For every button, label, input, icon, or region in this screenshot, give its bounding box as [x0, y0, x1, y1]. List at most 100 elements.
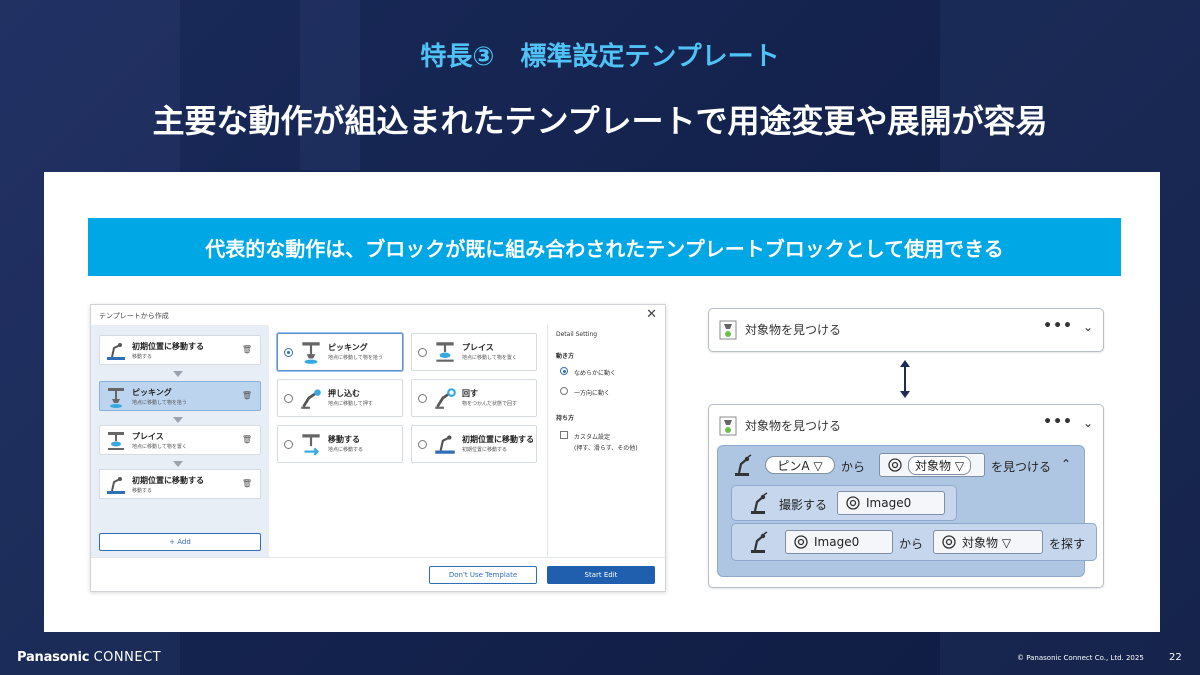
sequence-item[interactable]: 初期位置に移動する 移動する 🗑 [99, 335, 261, 365]
image-name: Image0 [866, 496, 912, 510]
search-label: を探す [1049, 537, 1086, 551]
robot-arm-icon [107, 343, 125, 360]
move-icon [302, 434, 320, 456]
dont-use-template-button[interactable]: Don't Use Template [429, 566, 537, 584]
dialog-footer: Don't Use Template Start Edit [91, 557, 667, 593]
place-icon [436, 342, 454, 362]
radio-button[interactable] [284, 440, 293, 449]
target-slot[interactable]: 対象物 ▽ [933, 530, 1043, 554]
robot-arm-icon [435, 435, 455, 454]
place-icon [108, 432, 124, 450]
trash-icon[interactable]: 🗑 [242, 479, 252, 488]
pin-select[interactable]: ピンA ▽ [765, 456, 835, 474]
sequence-item[interactable]: ピッキング 地点に移動して物を拾う 🗑 [99, 381, 261, 411]
page-subtitle: 特長③ 標準設定テンプレート [420, 42, 780, 72]
option-title: 初期位置に移動する [462, 435, 534, 444]
template-dialog: テンプレートから作成 ✕ 初期位置に移動する 移動する 🗑 ピッキング 地点に移… [90, 304, 667, 593]
camera-target-icon [719, 416, 737, 436]
shoot-label: 撮影する [779, 498, 828, 512]
target-icon [888, 458, 902, 472]
chevron-down-icon [173, 417, 183, 423]
target-select[interactable]: 対象物 ▽ [908, 455, 972, 475]
trash-icon[interactable]: 🗑 [242, 435, 252, 444]
image-slot[interactable]: Image0 [785, 530, 893, 554]
radio-button[interactable] [284, 348, 293, 357]
sequence-item-desc: 移動する [132, 354, 153, 360]
option-title: 移動する [328, 435, 360, 444]
option-title: プレイス [462, 343, 494, 352]
template-option-rotate[interactable]: 回す 物をつかんだ状態で回す [411, 379, 537, 417]
sequence-item[interactable]: プレイス 地点に移動して物を置く 🗑 [99, 425, 261, 455]
robot-arm-icon [735, 454, 752, 476]
custom-checkbox[interactable] [560, 431, 568, 439]
start-edit-button[interactable]: Start Edit [547, 566, 655, 584]
image-slot[interactable]: Image0 [837, 491, 945, 515]
motion-option: なめらかに動く [574, 370, 617, 377]
sequence-item[interactable]: 初期位置に移動する 移動する 🗑 [99, 469, 261, 499]
collapsed-block[interactable]: 対象物を見つける ••• ⌄ [708, 308, 1104, 352]
chevron-down-icon [173, 461, 183, 467]
radio-button[interactable] [418, 394, 427, 403]
picking-icon [108, 388, 124, 408]
option-desc: 地点に移動して押す [328, 401, 373, 407]
sequence-item-title: プレイス [132, 432, 164, 441]
chevron-down-icon[interactable]: ⌄ [1083, 416, 1093, 430]
close-icon[interactable]: ✕ [646, 307, 657, 322]
content-panel: 代表的な動作は、ブロックが既に組み合わされたテンプレートブロックとして使用できる… [44, 172, 1160, 632]
chevron-down-icon [173, 371, 183, 377]
kara-label: から [899, 537, 924, 551]
robot-arm-icon [751, 531, 768, 553]
target-icon [942, 535, 956, 549]
sequence-item-title: ピッキング [132, 388, 172, 397]
brand-logo: Panasonic CONNECT [17, 650, 162, 665]
option-desc: 初期位置に移動する [462, 447, 508, 453]
trash-icon[interactable]: 🗑 [242, 345, 252, 354]
more-icon[interactable]: ••• [1043, 414, 1073, 430]
more-icon[interactable]: ••• [1043, 318, 1073, 334]
chevron-down-icon[interactable]: ⌄ [1083, 320, 1093, 334]
push-icon [301, 389, 321, 409]
expanded-block[interactable]: 対象物を見つける ••• ⌄ ピンA ▽ から 対象物 ▽ を見つける ⌃ 撮影… [708, 404, 1104, 588]
target-select[interactable]: 対象物 ▽ [962, 534, 1011, 551]
add-button[interactable]: + Add [99, 533, 261, 551]
target-icon [846, 496, 860, 510]
page-number: 22 [1169, 652, 1182, 663]
radio-smooth[interactable] [560, 367, 568, 375]
detail-heading: Detail Setting [556, 331, 598, 338]
rotate-icon [435, 388, 456, 409]
custom-label: カスタム設定 [574, 434, 611, 441]
radio-button[interactable] [418, 440, 427, 449]
trash-icon[interactable]: 🗑 [242, 391, 252, 400]
option-title: 押し込む [328, 389, 360, 398]
dialog-title: テンプレートから作成 [99, 312, 169, 320]
chevron-up-icon[interactable]: ⌃ [1061, 457, 1071, 471]
custom-note: (押す、滑らす、その他) [574, 445, 638, 452]
option-title: ピッキング [328, 343, 368, 352]
template-option-push[interactable]: 押し込む 地点に移動して押す [277, 379, 403, 417]
sequence-item-desc: 移動する [132, 488, 153, 494]
template-option-picking[interactable]: ピッキング 地点に移動して物を拾う [277, 333, 403, 371]
sequence-list: 初期位置に移動する 移動する 🗑 ピッキング 地点に移動して物を拾う 🗑 プレイ… [91, 325, 269, 557]
find-label: を見つける [991, 460, 1052, 474]
double-arrow-icon [900, 360, 910, 398]
feature-banner: 代表的な動作は、ブロックが既に組み合わされたテンプレートブロックとして使用できる [88, 218, 1121, 276]
radio-button[interactable] [284, 394, 293, 403]
radio-one-way[interactable] [560, 387, 568, 395]
image-name: Image0 [814, 535, 860, 549]
option-title: 回す [462, 389, 478, 398]
robot-arm-icon [751, 492, 768, 514]
template-option-move[interactable]: 移動する 地点に移動する [277, 425, 403, 463]
option-desc: 地点に移動する [328, 447, 364, 453]
radio-button[interactable] [418, 348, 427, 357]
template-option-home[interactable]: 初期位置に移動する 初期位置に移動する [411, 425, 537, 463]
target-slot[interactable]: 対象物 ▽ [879, 453, 985, 477]
template-option-place[interactable]: プレイス 地点に移動して物を置く [411, 333, 537, 371]
hold-label: 持ち方 [556, 415, 575, 422]
kara-label: から [841, 460, 866, 474]
page-title: 主要な動作が組込まれたテンプレートで用途変更や展開が容易 [152, 102, 1048, 140]
sequence-item-desc: 地点に移動して物を拾う [132, 400, 187, 406]
copyright: © Panasonic Connect Co., Ltd. 2025 [1017, 654, 1144, 662]
detail-setting-panel: Detail Setting 動き方 なめらかに動く 一方向に動く 持ち方 カス… [547, 325, 667, 557]
robot-arm-icon [107, 477, 125, 494]
motion-option: 一方向に動く [574, 390, 611, 397]
